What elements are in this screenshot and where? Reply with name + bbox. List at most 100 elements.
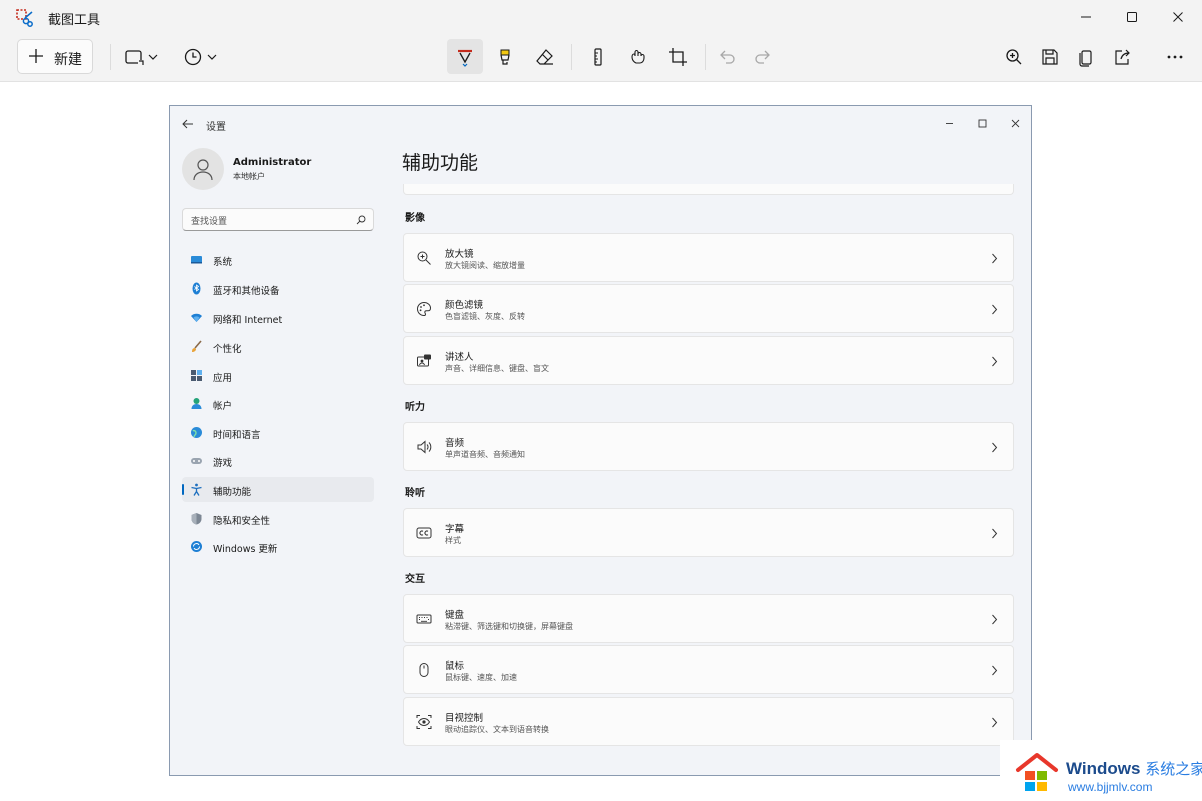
card-subtitle: 色盲滤镜、灰度、反转	[445, 312, 525, 321]
plus-icon	[29, 49, 43, 63]
undo-button[interactable]	[709, 39, 745, 74]
avatar	[182, 148, 224, 190]
save-button[interactable]	[1032, 39, 1068, 74]
page-title: 辅助功能	[402, 152, 479, 174]
card-audio: 音频 单声道音频、音频通知	[403, 422, 1014, 471]
captions-icon	[416, 527, 432, 539]
new-snip-label: 新建	[54, 52, 82, 68]
chevron-right-icon	[992, 665, 998, 676]
maximize-icon	[978, 119, 986, 127]
card-title: 放大镜	[445, 249, 474, 260]
snip-mode-dropdown[interactable]	[124, 39, 158, 74]
site-watermark: Windows 系统之家 www.bjjmlv.com	[1000, 740, 1202, 801]
close-icon	[1011, 119, 1019, 127]
minimize-icon	[1081, 16, 1091, 18]
sidebar-item-label: Windows 更新	[213, 544, 278, 555]
sidebar-item-system: 系统	[182, 247, 374, 272]
toolbar: 新建	[0, 34, 1202, 82]
app-titlebar: 截图工具	[0, 0, 1202, 34]
delay-dropdown[interactable]	[183, 39, 217, 74]
sidebar-item-label: 辅助功能	[213, 487, 252, 498]
sidebar-item-label: 帐户	[213, 401, 233, 412]
card-title: 音频	[445, 438, 465, 449]
chevron-down-icon	[207, 54, 217, 60]
selection-indicator	[182, 484, 184, 495]
person-icon	[191, 398, 202, 409]
settings-minimize-button	[939, 113, 959, 133]
new-snip-button[interactable]: 新建	[17, 39, 93, 74]
undo-icon	[720, 50, 735, 64]
highlighter-button[interactable]	[487, 39, 523, 74]
ruler-icon	[594, 47, 602, 66]
accessibility-icon	[191, 483, 202, 496]
minimize-button[interactable]	[1063, 0, 1109, 34]
palette-icon	[417, 301, 432, 317]
redo-button[interactable]	[745, 39, 781, 74]
touch-writing-button[interactable]	[620, 39, 656, 74]
sidebar-item-privacy: 隐私和安全性	[182, 506, 374, 531]
ballpoint-pen-button[interactable]	[447, 39, 483, 74]
settings-window-title: 设置	[206, 122, 226, 133]
monitor-icon	[191, 256, 202, 264]
sidebar-item-label: 时间和语言	[213, 430, 261, 441]
snipping-tool-logo-icon	[16, 9, 33, 27]
section-title-hearing: 听力	[405, 402, 425, 413]
sidebar-item-accounts: 帐户	[182, 391, 374, 416]
gamepad-icon	[191, 458, 202, 464]
maximize-icon	[1127, 12, 1137, 22]
watermark-title-en: Windows	[1066, 759, 1141, 778]
card-title: 目视控制	[445, 713, 484, 724]
chevron-right-icon	[992, 442, 998, 453]
watermark-title: Windows 系统之家	[1066, 758, 1202, 779]
chevron-right-icon	[992, 304, 998, 315]
chevron-right-icon	[992, 253, 998, 264]
clock-icon	[184, 48, 202, 65]
speaker-icon	[417, 440, 432, 454]
profile-account-type: 本地帐户	[233, 172, 265, 181]
sidebar-item-label: 蓝牙和其他设备	[213, 286, 280, 297]
card-title: 讲述人	[445, 352, 474, 363]
card-subtitle: 眼动追踪仪、文本到语音转换	[445, 725, 549, 734]
eye-control-icon	[416, 715, 432, 729]
maximize-button[interactable]	[1109, 0, 1155, 34]
touch-writing-icon	[631, 49, 645, 64]
card-keyboard: 键盘 粘滞键、筛选键和切换键，屏幕键盘	[403, 594, 1014, 643]
copy-button[interactable]	[1068, 39, 1104, 74]
captured-settings-window: 设置 Administrator 本地帐户 查找设置 系统 蓝牙和其他设备 网络…	[169, 105, 1032, 776]
sidebar-item-label: 隐私和安全性	[213, 516, 271, 527]
section-title-listening: 聆听	[405, 488, 425, 499]
sidebar-item-label: 网络和 Internet	[213, 315, 283, 326]
settings-search-input: 查找设置	[182, 208, 374, 231]
update-icon	[191, 541, 202, 552]
ruler-button[interactable]	[580, 39, 616, 74]
close-button[interactable]	[1155, 0, 1201, 34]
pen-icon	[458, 49, 472, 67]
card-magnifier: 放大镜 放大镜阅读、缩放增量	[403, 233, 1014, 282]
card-mouse: 鼠标 鼠标键、速度、加速	[403, 645, 1014, 694]
search-icon	[356, 215, 366, 225]
eraser-button[interactable]	[527, 39, 563, 74]
card-eye-control: 目视控制 眼动追踪仪、文本到语音转换	[403, 697, 1014, 746]
sidebar-item-gaming: 游戏	[182, 448, 374, 473]
sidebar-item-label: 系统	[213, 257, 233, 268]
sidebar-item-network: 网络和 Internet	[182, 305, 374, 330]
chevron-right-icon	[992, 717, 998, 728]
brush-icon	[192, 340, 202, 352]
section-title-interaction: 交互	[405, 574, 425, 585]
card-subtitle: 放大镜阅读、缩放增量	[445, 261, 525, 270]
chevron-right-icon	[992, 614, 998, 625]
person-icon	[193, 159, 213, 181]
apps-icon	[191, 370, 202, 381]
narrator-icon	[417, 354, 431, 367]
card-title: 字幕	[445, 524, 465, 535]
chevron-right-icon	[992, 528, 998, 539]
more-options-button[interactable]	[1157, 39, 1193, 74]
share-button[interactable]	[1104, 39, 1140, 74]
zoom-in-icon	[1006, 48, 1022, 64]
magnifier-icon	[417, 251, 431, 265]
sidebar-item-windows-update: Windows 更新	[182, 534, 374, 559]
zoom-button[interactable]	[996, 39, 1032, 74]
minimize-icon	[945, 122, 953, 124]
save-icon	[1042, 48, 1058, 65]
crop-button[interactable]	[660, 39, 696, 74]
